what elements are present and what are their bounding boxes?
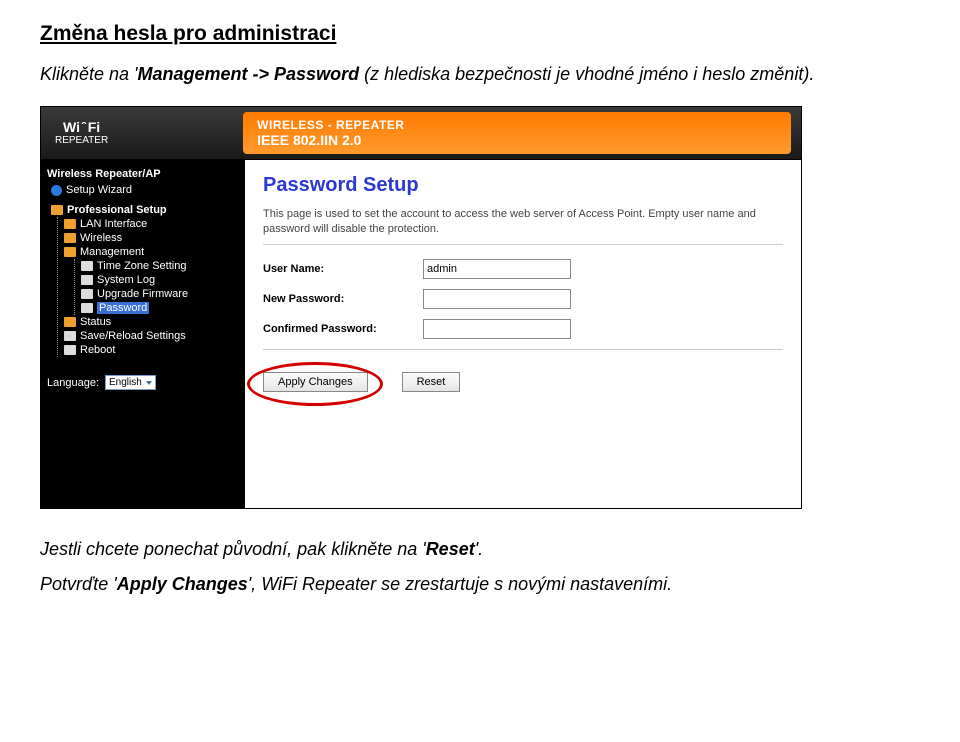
sidebar-item-system-log[interactable]: System Log	[81, 273, 239, 287]
divider	[263, 349, 783, 350]
language-row: Language: English	[47, 375, 239, 390]
divider	[263, 244, 783, 245]
folder-icon	[64, 247, 76, 257]
sidebar-item-reboot[interactable]: Reboot	[64, 343, 239, 357]
folder-icon	[64, 317, 76, 327]
chevron-down-icon	[146, 381, 152, 385]
sidebar-item-management[interactable]: Management	[64, 245, 239, 259]
main-panel: Password Setup This page is used to set …	[245, 160, 801, 508]
folder-icon	[64, 233, 76, 243]
header-banner: WIRELESS - REPEATER IEEE 802.IIN 2.0	[243, 112, 791, 154]
app-header: Wi ̑ Fi REPEATER WIRELESS - REPEATER IEE…	[41, 107, 801, 160]
sidebar-root: Wireless Repeater/AP	[47, 168, 239, 180]
new-password-label: New Password:	[263, 293, 423, 305]
sidebar-item-setup-wizard[interactable]: Setup Wizard	[51, 183, 239, 197]
sidebar-item-password[interactable]: Password	[81, 301, 239, 315]
sidebar: Wireless Repeater/AP Setup Wizard Profes…	[41, 160, 245, 508]
sidebar-item-status[interactable]: Status	[64, 315, 239, 329]
page-icon	[81, 303, 93, 313]
reset-button[interactable]: Reset	[402, 372, 461, 392]
sidebar-item-wireless[interactable]: Wireless	[64, 231, 239, 245]
page-icon	[81, 289, 93, 299]
new-password-input[interactable]	[423, 289, 571, 309]
page-icon	[81, 275, 93, 285]
doc-title: Změna hesla pro administraci	[40, 22, 920, 46]
sidebar-item-time-zone[interactable]: Time Zone Setting	[81, 259, 239, 273]
router-admin-screenshot: Wi ̑ Fi REPEATER WIRELESS - REPEATER IEE…	[40, 106, 802, 509]
wifi-repeater-logo: Wi ̑ Fi REPEATER	[55, 120, 108, 146]
page-icon	[64, 345, 76, 355]
user-name-label: User Name:	[263, 263, 423, 275]
page-icon	[64, 331, 76, 341]
confirmed-password-label: Confirmed Password:	[263, 323, 423, 335]
doc-paragraph-2: Jestli chcete ponechat původní, pak klik…	[40, 537, 920, 561]
wizard-icon	[51, 185, 62, 196]
sidebar-item-save-reload[interactable]: Save/Reload Settings	[64, 329, 239, 343]
apply-changes-button[interactable]: Apply Changes	[263, 372, 368, 392]
page-description: This page is used to set the account to …	[263, 207, 783, 236]
page-icon	[81, 261, 93, 271]
sidebar-item-lan-interface[interactable]: LAN Interface	[64, 217, 239, 231]
sidebar-item-upgrade-firmware[interactable]: Upgrade Firmware	[81, 287, 239, 301]
language-select[interactable]: English	[105, 375, 156, 390]
sidebar-item-professional-setup[interactable]: Professional Setup	[51, 203, 239, 217]
folder-icon	[64, 219, 76, 229]
doc-paragraph-3: Potvrďte 'Apply Changes', WiFi Repeater …	[40, 572, 920, 596]
folder-icon	[51, 205, 63, 215]
user-name-input[interactable]	[423, 259, 571, 279]
page-title: Password Setup	[263, 174, 783, 197]
doc-paragraph-1: Klikněte na 'Management -> Password (z h…	[40, 62, 920, 86]
confirmed-password-input[interactable]	[423, 319, 571, 339]
